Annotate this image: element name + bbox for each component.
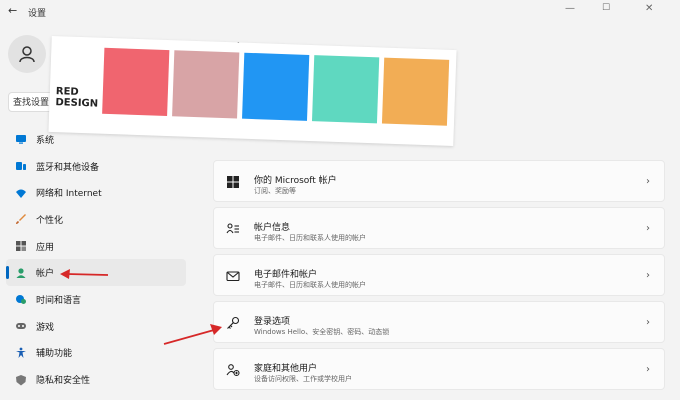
sidebar-item-time-language[interactable]: 时间和语言 <box>6 286 186 313</box>
card-email-accounts[interactable]: 电子邮件和帐户 电子邮件、日历和联系人使用的帐户 › <box>213 254 665 296</box>
brand-logo: RED DESIGN <box>55 86 98 109</box>
sidebar-item-privacy[interactable]: 隐私和安全性 <box>6 366 186 393</box>
wifi-icon <box>15 187 27 199</box>
sidebar-item-label: 网络和 Internet <box>36 189 102 200</box>
chevron-right-icon: › <box>646 176 650 187</box>
card-title: 电子邮件和帐户 <box>254 270 318 280</box>
color-swatch <box>172 50 240 119</box>
mail-icon <box>226 269 240 283</box>
card-subtitle: 电子邮件、日历和联系人使用的帐户 <box>254 234 366 242</box>
sidebar-item-label: 隐私和安全性 <box>36 376 91 387</box>
app-title: 设置 <box>28 9 47 19</box>
monitor-icon <box>15 133 27 145</box>
shield-icon <box>15 374 27 386</box>
card-title: 帐户信息 <box>254 223 291 233</box>
card-subtitle: 电子邮件、日历和联系人使用的帐户 <box>254 281 366 289</box>
sidebar-item-bluetooth[interactable]: 蓝牙和其他设备 <box>6 153 186 180</box>
card-subtitle: 设备访问权限、工作或学校用户 <box>254 375 352 383</box>
sidebar-item-apps[interactable]: 应用 <box>6 233 186 260</box>
annotation-arrow-sign-in <box>163 324 222 345</box>
family-icon <box>226 363 240 377</box>
sidebar-item-label: 系统 <box>36 135 55 146</box>
bluetooth-icon <box>15 160 27 172</box>
card-microsoft-account[interactable]: 你的 Microsoft 帐户 订阅、奖励等 › <box>213 160 665 202</box>
sidebar-item-label: 个性化 <box>36 215 64 226</box>
sidebar-item-label: 蓝牙和其他设备 <box>36 162 100 173</box>
arrow-head <box>210 324 222 335</box>
windows-grid-icon <box>226 175 240 189</box>
arrow-head <box>60 269 70 279</box>
color-swatch-overlay: RED DESIGN <box>48 35 457 147</box>
color-swatch <box>102 47 170 117</box>
color-swatch <box>242 52 310 121</box>
settings-card-list: 你的 Microsoft 帐户 订阅、奖励等 › 帐户信息 电子邮件、日历和联系… <box>213 160 665 395</box>
sidebar-item-label: 应用 <box>36 242 55 253</box>
card-sign-in-options[interactable]: 登录选项 Windows Hello、安全密钥、密码、动态锁 › <box>213 301 665 343</box>
card-title: 家庭和其他用户 <box>254 364 318 374</box>
minimize-icon[interactable]: — <box>565 3 575 14</box>
brush-icon <box>15 213 27 225</box>
back-arrow-icon[interactable]: ← <box>8 4 17 17</box>
person-icon <box>15 267 27 279</box>
chevron-right-icon: › <box>646 270 650 281</box>
sidebar-nav: 系统 蓝牙和其他设备 网络和 Internet 个性化 应用 帐户 时间和语言 … <box>6 126 186 393</box>
card-family-other-users[interactable]: 家庭和其他用户 设备访问权限、工作或学校用户 › <box>213 348 665 390</box>
sidebar-item-label: 游戏 <box>36 322 55 333</box>
sidebar-item-label: 时间和语言 <box>36 295 82 306</box>
arrow-line <box>163 329 215 345</box>
brand-line-2: DESIGN <box>55 97 99 110</box>
user-silhouette-icon <box>19 46 35 63</box>
title-bar: ← 设置 — ☐ ✕ <box>0 0 680 22</box>
gamepad-icon <box>15 320 27 332</box>
card-subtitle: 订阅、奖励等 <box>254 187 296 195</box>
search-input-value: 查找设置 <box>13 98 50 108</box>
card-subtitle: Windows Hello、安全密钥、密码、动态锁 <box>254 328 390 336</box>
sidebar-item-accessibility[interactable]: 辅助功能 <box>6 340 186 367</box>
apps-icon <box>15 240 27 252</box>
globe-clock-icon <box>15 293 27 305</box>
arrow-line <box>66 273 109 276</box>
account-info-icon <box>226 222 240 236</box>
card-title: 你的 Microsoft 帐户 <box>254 176 337 186</box>
maximize-icon[interactable]: ☐ <box>602 3 610 13</box>
accessibility-icon <box>15 347 27 359</box>
card-account-info[interactable]: 帐户信息 电子邮件、日历和联系人使用的帐户 › <box>213 207 665 249</box>
sidebar-item-label: 帐户 <box>36 269 55 280</box>
chevron-right-icon: › <box>646 223 650 234</box>
sidebar-item-gaming[interactable]: 游戏 <box>6 313 186 340</box>
color-swatch <box>381 57 450 126</box>
card-title: 登录选项 <box>254 317 291 327</box>
chevron-right-icon: › <box>646 364 650 375</box>
sidebar-item-network[interactable]: 网络和 Internet <box>6 179 186 206</box>
chevron-right-icon: › <box>646 317 650 328</box>
close-icon[interactable]: ✕ <box>645 3 653 14</box>
annotation-arrow-accounts <box>60 269 109 279</box>
color-swatch <box>311 55 380 124</box>
sidebar-item-label: 辅助功能 <box>36 349 73 360</box>
sidebar-item-personalization[interactable]: 个性化 <box>6 206 186 233</box>
avatar[interactable] <box>8 35 46 73</box>
key-icon <box>226 316 240 330</box>
